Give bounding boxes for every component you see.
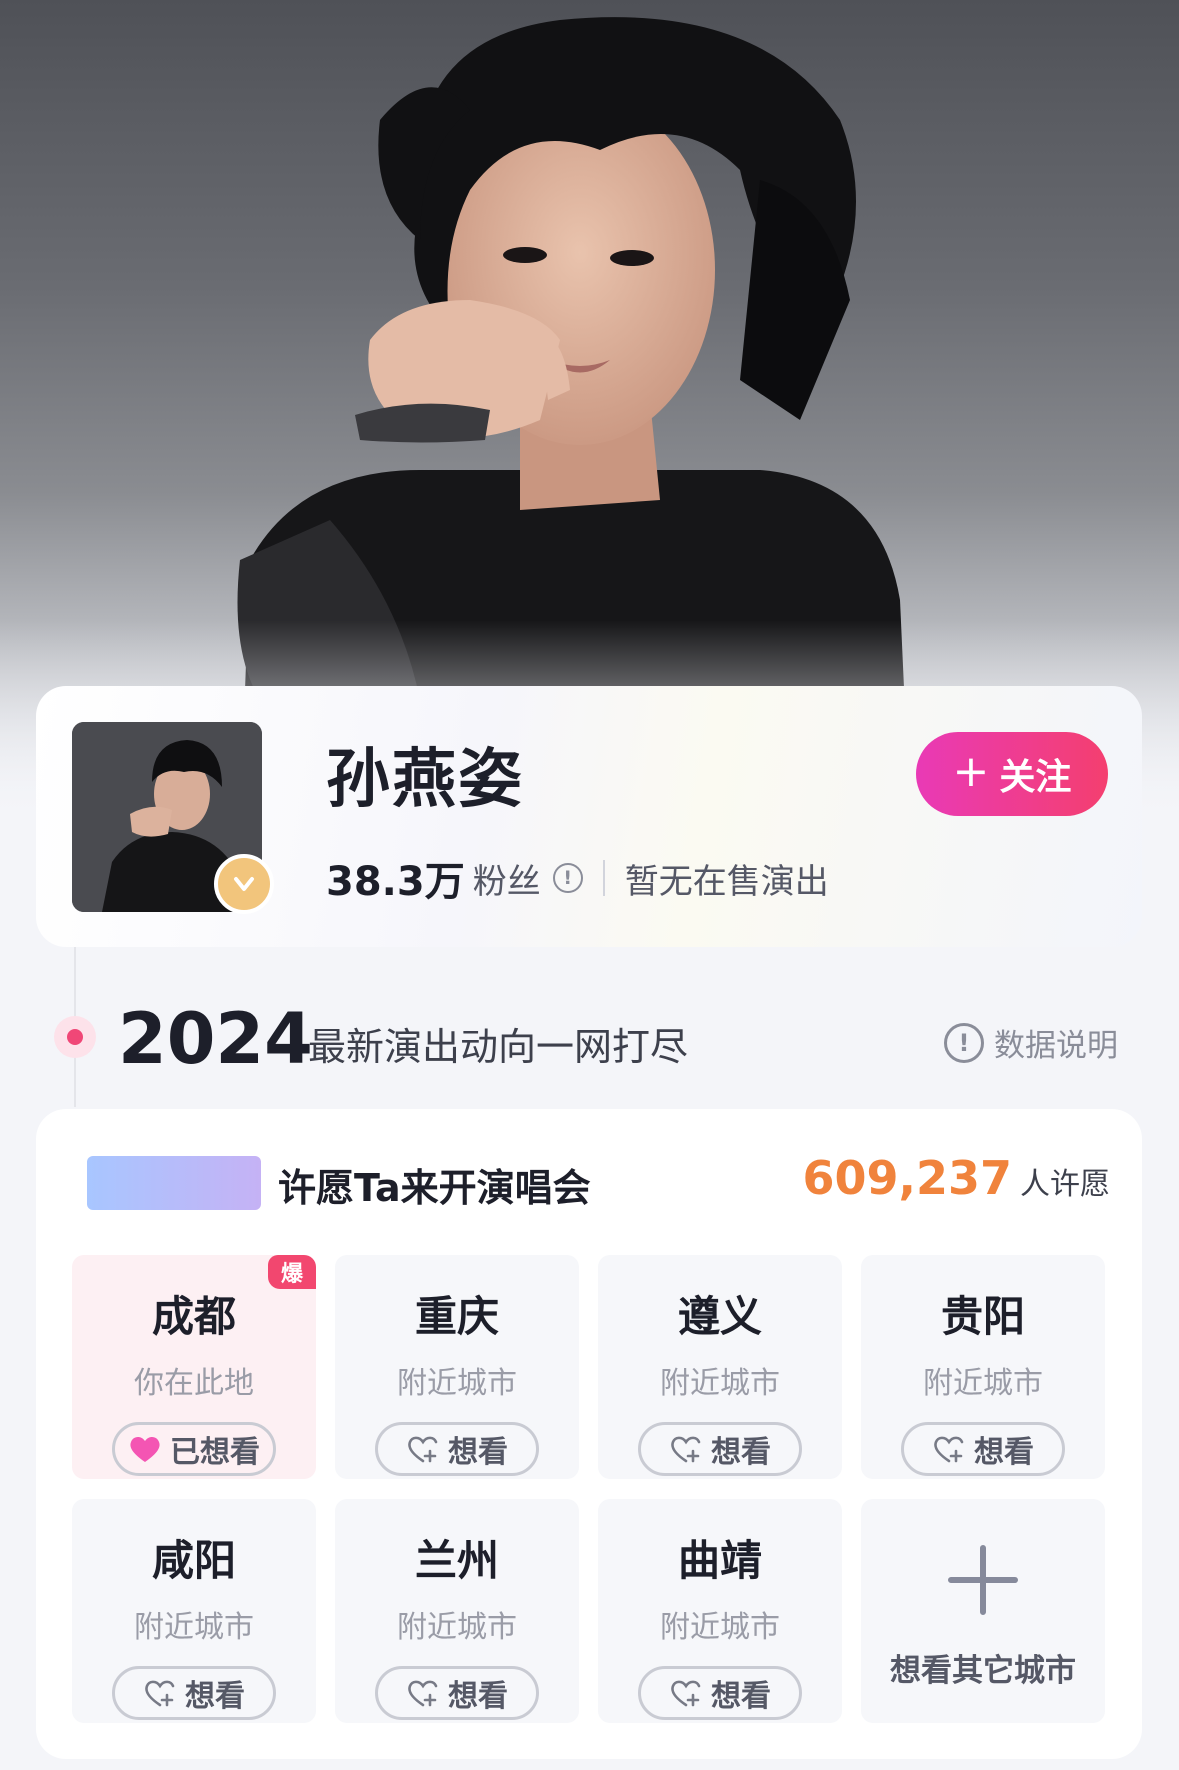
city-tile[interactable]: 曲靖 附近城市 想看 bbox=[598, 1499, 842, 1723]
city-subtitle: 附近城市 bbox=[134, 1610, 254, 1645]
heart-plus-icon bbox=[408, 1680, 438, 1707]
data-note-label: 数据说明 bbox=[994, 1028, 1118, 1064]
want-button[interactable]: 想看 bbox=[112, 1666, 276, 1720]
artist-profile-card: 孙燕姿 + 关注 38.3万 粉丝 ! 暂无在售演出 bbox=[36, 686, 1142, 947]
city-tile[interactable]: 兰州 附近城市 想看 bbox=[335, 1499, 579, 1723]
city-name: 兰州 bbox=[414, 1536, 499, 1585]
city-subtitle: 附近城市 bbox=[660, 1610, 780, 1645]
heart-filled-icon bbox=[130, 1436, 160, 1462]
want-button-label: 想看 bbox=[711, 1435, 771, 1470]
more-cities-label: 想看其它城市 bbox=[890, 1652, 1076, 1689]
want-button-label: 想看 bbox=[974, 1435, 1034, 1470]
city-subtitle: 你在此地 bbox=[134, 1366, 254, 1401]
follow-button[interactable]: + 关注 bbox=[916, 732, 1108, 816]
city-subtitle: 附近城市 bbox=[397, 1366, 517, 1401]
artist-name: 孙燕姿 bbox=[326, 743, 524, 817]
wanted-button[interactable]: 已想看 bbox=[112, 1422, 276, 1476]
wish-count-group: 609,237 人许愿 bbox=[802, 1151, 1110, 1205]
wish-count: 609,237 bbox=[802, 1151, 1012, 1205]
wish-banner-graphic bbox=[87, 1156, 261, 1210]
more-cities-button[interactable]: 想看其它城市 bbox=[861, 1499, 1105, 1723]
want-button-label: 想看 bbox=[711, 1679, 771, 1714]
city-tile[interactable]: 贵阳 附近城市 想看 bbox=[861, 1255, 1105, 1479]
data-note-link[interactable]: ! 数据说明 bbox=[944, 1020, 1118, 1065]
city-tile[interactable]: 重庆 附近城市 想看 bbox=[335, 1255, 579, 1479]
no-show-status: 暂无在售演出 bbox=[624, 861, 829, 902]
city-subtitle: 附近城市 bbox=[397, 1610, 517, 1645]
want-button-label: 想看 bbox=[185, 1679, 245, 1714]
city-name: 遵义 bbox=[677, 1292, 762, 1341]
wish-concert-card: 许愿Ta来开演唱会 609,237 人许愿 爆 成都 你在此地 已想看 重庆 附… bbox=[36, 1109, 1142, 1759]
verified-v-icon bbox=[214, 854, 274, 914]
timeline-dot-icon bbox=[54, 1016, 96, 1058]
want-button-label: 想看 bbox=[448, 1679, 508, 1714]
checkmark-v-icon bbox=[234, 877, 254, 891]
hot-badge: 爆 bbox=[268, 1255, 316, 1289]
plus-icon: + bbox=[952, 746, 990, 797]
city-subtitle: 附近城市 bbox=[923, 1366, 1043, 1401]
plus-icon bbox=[948, 1544, 1018, 1615]
stats-divider bbox=[602, 860, 605, 896]
want-button-label: 已想看 bbox=[170, 1435, 260, 1470]
want-button-label: 想看 bbox=[448, 1435, 508, 1470]
want-button[interactable]: 想看 bbox=[638, 1666, 802, 1720]
heart-plus-icon bbox=[671, 1436, 701, 1463]
city-tile[interactable]: 遵义 附近城市 想看 bbox=[598, 1255, 842, 1479]
want-button[interactable]: 想看 bbox=[638, 1422, 802, 1476]
fans-count: 38.3万 bbox=[326, 859, 465, 905]
city-subtitle: 附近城市 bbox=[660, 1366, 780, 1401]
wish-title: 许愿Ta来开演唱会 bbox=[278, 1166, 591, 1210]
fans-label: 粉丝 bbox=[472, 861, 541, 902]
heart-plus-icon bbox=[408, 1436, 438, 1463]
city-grid: 爆 成都 你在此地 已想看 重庆 附近城市 想看 遵义 附近城市 想看 贵阳 附… bbox=[72, 1255, 1105, 1723]
city-tile[interactable]: 爆 成都 你在此地 已想看 bbox=[72, 1255, 316, 1479]
artist-stats-row: 38.3万 粉丝 ! 暂无在售演出 bbox=[326, 848, 829, 908]
heart-plus-icon bbox=[934, 1436, 964, 1463]
heart-plus-icon bbox=[671, 1680, 701, 1707]
want-button[interactable]: 想看 bbox=[375, 1422, 539, 1476]
timeline-year: 2024 bbox=[118, 998, 313, 1080]
city-name: 贵阳 bbox=[940, 1292, 1025, 1341]
want-button[interactable]: 想看 bbox=[375, 1666, 539, 1720]
heart-plus-icon bbox=[145, 1680, 175, 1707]
follow-button-label: 关注 bbox=[999, 757, 1072, 798]
timeline-subtitle: 最新演出动向一网打尽 bbox=[308, 1025, 689, 1069]
city-name: 成都 bbox=[151, 1292, 236, 1341]
city-tile[interactable]: 咸阳 附近城市 想看 bbox=[72, 1499, 316, 1723]
fans-info-icon[interactable]: ! bbox=[552, 863, 583, 893]
wish-count-label: 人许愿 bbox=[1020, 1167, 1110, 1202]
city-name: 重庆 bbox=[414, 1292, 499, 1341]
city-name: 咸阳 bbox=[151, 1536, 236, 1585]
info-icon: ! bbox=[944, 1022, 984, 1063]
want-button[interactable]: 想看 bbox=[901, 1422, 1065, 1476]
city-name: 曲靖 bbox=[677, 1536, 762, 1585]
